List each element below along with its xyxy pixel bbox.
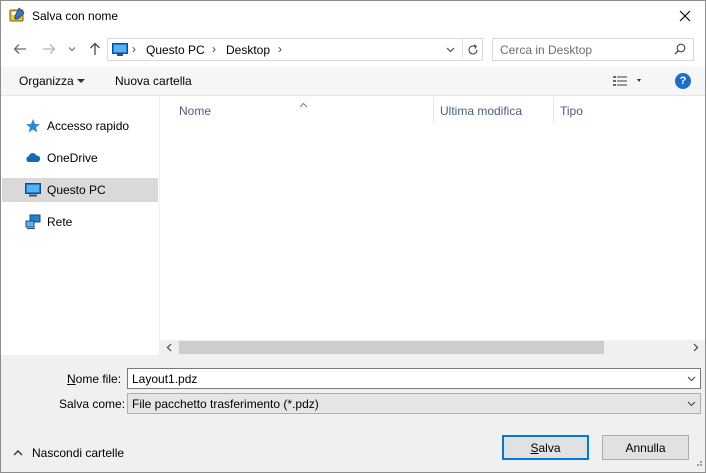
address-history-dropdown[interactable] [441,41,459,59]
save-button[interactable]: Salva [502,435,589,460]
breadcrumb-separator-icon: › [278,42,282,56]
resize-grip-icon[interactable] [693,456,703,470]
window-title: Salva con nome [32,9,119,23]
app-icon [9,7,26,24]
scrollbar-thumb[interactable] [179,341,604,354]
search-input[interactable] [500,42,670,57]
nav-item-label: Rete [47,215,73,229]
details-view-icon [613,76,641,86]
chevron-down-icon [68,47,76,52]
nav-item-label: Questo PC [47,183,106,197]
help-icon[interactable]: ? [675,73,691,89]
search-icon [674,43,686,58]
breadcrumb-separator-icon: › [212,42,216,56]
hide-folders-label: Nascondi cartelle [32,446,125,460]
address-bar[interactable]: › Questo PC › Desktop › [107,38,483,61]
filename-field[interactable]: Layout1.pdz [127,368,701,389]
forward-button[interactable] [40,40,58,58]
search-box[interactable] [492,38,694,61]
breadcrumb-desktop[interactable]: Desktop [226,43,270,57]
breadcrumb-questo-pc[interactable]: Questo PC [146,43,205,57]
arrow-left-icon [13,44,26,54]
column-header-label: Ultima modifica [440,104,523,118]
refresh-icon [467,44,478,54]
savetype-dropdown[interactable] [684,397,698,411]
nav-item-label: Accesso rapido [47,119,130,133]
nav-item-network[interactable]: Rete [2,210,158,234]
cloud-icon [25,150,41,166]
savetype-label: Salva come: [59,397,126,411]
up-button[interactable] [86,40,104,58]
view-options-button[interactable] [613,75,643,90]
chevron-down-icon [687,401,695,407]
title-bar: Salva con nome [1,1,705,31]
new-folder-button[interactable]: Nuova cartella [115,74,192,88]
breadcrumb-separator-icon: › [132,42,136,56]
computer-icon [25,182,41,198]
computer-icon [112,43,128,60]
close-icon [679,10,691,22]
filename-value: Layout1.pdz [132,372,198,386]
column-header-name[interactable]: Nome [160,97,434,123]
cancel-button-label: Annulla [625,440,666,455]
arrow-right-icon [43,44,56,54]
filename-label: Nome file: [67,372,122,386]
close-button[interactable] [665,1,705,31]
back-button[interactable] [11,40,29,58]
nav-item-quick-access[interactable]: Accesso rapido [2,114,158,138]
chevron-up-icon [13,450,23,456]
nav-item-this-pc[interactable]: Questo PC [2,178,158,202]
address-row: › Questo PC › Desktop › [1,31,705,67]
chevron-right-icon [693,343,699,352]
save-form: Nome file: Layout1.pdz Salva come: File … [1,355,705,472]
column-header-label: Tipo [560,104,583,118]
file-list[interactable]: Nome Ultima modifica Tipo [160,97,705,355]
scroll-right-button[interactable] [689,341,703,354]
organize-menu-button[interactable]: Organizza [19,74,74,88]
savetype-value: File pacchetto trasferimento (*.pdz) [132,397,319,411]
chevron-down-icon [446,47,454,53]
command-bar: Organizza Nuova cartella ? [1,67,705,96]
nav-item-onedrive[interactable]: OneDrive [2,146,158,170]
save-as-dialog: Salva con nome › Questo PC › Desktop › C… [0,0,706,473]
navigation-pane: Accesso rapido OneDrive Questo PC Rete [1,97,159,355]
column-header-type[interactable]: Tipo [554,97,694,123]
network-icon [25,214,41,230]
chevron-down-icon [77,79,85,83]
star-icon [25,118,41,134]
nav-item-label: OneDrive [47,151,98,165]
recent-locations-button[interactable] [65,40,79,58]
savetype-select[interactable]: File pacchetto trasferimento (*.pdz) [127,393,701,414]
horizontal-scrollbar[interactable] [160,340,705,355]
refresh-button[interactable] [462,39,482,60]
save-button-label: Salva [530,440,561,455]
scroll-left-button[interactable] [162,341,176,354]
filename-history-dropdown[interactable] [684,372,698,386]
chevron-down-icon [687,376,695,382]
arrow-up-icon [90,42,100,55]
column-header-modified[interactable]: Ultima modifica [434,97,553,123]
chevron-left-icon [166,343,172,352]
cancel-button[interactable]: Annulla [602,435,689,460]
column-header-label: Nome [179,104,212,118]
